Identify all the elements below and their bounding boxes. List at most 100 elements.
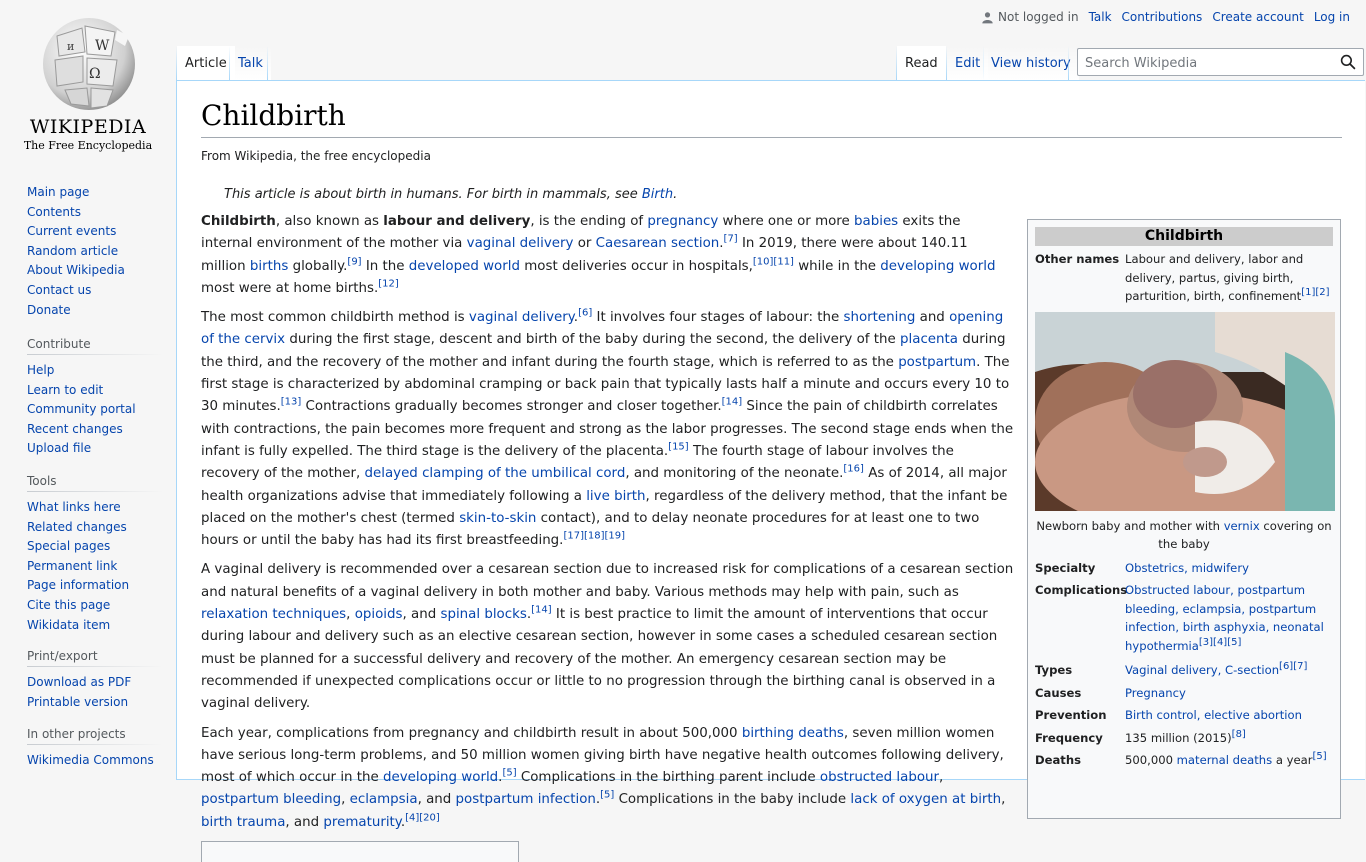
link-postpartum-bleeding[interactable]: postpartum bleeding (201, 792, 341, 807)
puzzle-globe-icon: Ω W и (43, 18, 135, 110)
link-postpartum[interactable]: postpartum (898, 355, 976, 370)
sidebar-item-contact-us[interactable]: Contact us (27, 283, 91, 297)
sidebar-item-wikimedia-commons[interactable]: Wikimedia Commons (27, 753, 154, 767)
link-developing-world[interactable]: developing world (383, 770, 498, 785)
hatnote-end: . (673, 187, 678, 202)
tab-edit[interactable]: Edit (947, 46, 989, 80)
tab-talk[interactable]: Talk (230, 46, 271, 80)
sidebar-item-community-portal[interactable]: Community portal (27, 402, 136, 416)
wikipedia-logo[interactable]: Ω W и Wikipedia The Free Encyclopedia (0, 0, 176, 160)
hatnote-birth-link[interactable]: Birth (642, 187, 673, 202)
link-vaginal-delivery[interactable]: vaginal delivery (469, 310, 574, 325)
sidebar-item-main-page[interactable]: Main page (27, 185, 89, 199)
sidebar-item-special-pages[interactable]: Special pages (27, 539, 110, 553)
infobox-value: Obstructed labour, postpartum bleeding, … (1125, 581, 1333, 655)
infobox-value: 500,000 maternal deaths a year[5] (1125, 751, 1333, 770)
sidebar-item-contents[interactable]: Contents (27, 205, 81, 219)
sidebar-heading-other-projects: In other projects (27, 727, 163, 745)
article-body: Childbirth, also known as labour and del… (201, 211, 1015, 862)
tab-read-label: Read (905, 56, 938, 71)
link-live-birth[interactable]: live birth (586, 489, 645, 504)
logo-tagline: The Free Encyclopedia (23, 139, 153, 152)
sidebar-item-what-links-here[interactable]: What links here (27, 500, 121, 514)
tab-talk-label: Talk (238, 56, 263, 71)
sidebar-item-related-changes[interactable]: Related changes (27, 520, 127, 534)
sidebar-item-upload-file[interactable]: Upload file (27, 441, 91, 455)
link-babies[interactable]: babies (854, 214, 898, 229)
ref-link[interactable]: [3][4][5] (1199, 637, 1242, 648)
user-icon (982, 11, 993, 23)
link-postpartum-infection[interactable]: postpartum infection (456, 792, 596, 807)
infobox-value-frequency: 135 million (2015) (1125, 730, 1232, 745)
infobox-value-types[interactable]: Vaginal delivery, C-section (1125, 663, 1279, 677)
link-maternal-deaths[interactable]: maternal deaths (1177, 753, 1273, 767)
link-lack-of-oxygen[interactable]: lack of oxygen at birth (850, 792, 1001, 807)
link-eclampsia[interactable]: eclampsia (350, 792, 418, 807)
infobox-label: Frequency (1035, 730, 1103, 745)
svg-text:и: и (67, 40, 74, 53)
sidebar-item-printable-version[interactable]: Printable version (27, 695, 128, 709)
sidebar-item-help[interactable]: Help (27, 363, 54, 377)
search-icon[interactable] (1340, 54, 1356, 70)
user-contributions-link[interactable]: Contributions (1122, 10, 1203, 24)
sidebar-item-page-information[interactable]: Page information (27, 578, 129, 592)
ref-link[interactable]: [6][7] (1279, 661, 1307, 672)
link-skin-to-skin[interactable]: skin-to-skin (459, 511, 536, 526)
tab-separator (1068, 46, 1069, 80)
infobox-row-prevention: Prevention Birth control, elective abort… (1035, 706, 1333, 725)
link-births[interactable]: births (250, 259, 288, 274)
sidebar-item-about-wikipedia[interactable]: About Wikipedia (27, 263, 125, 277)
tab-read[interactable]: Read (897, 46, 946, 80)
sidebar-item-random-article[interactable]: Random article (27, 244, 118, 258)
infobox-label: Specialty (1035, 560, 1096, 575)
tab-view-history[interactable]: View history (983, 46, 1079, 80)
link-shortening[interactable]: shortening (844, 310, 916, 325)
link-spinal-blocks[interactable]: spinal blocks (440, 607, 526, 622)
sidebar-item-current-events[interactable]: Current events (27, 224, 116, 238)
ref-link[interactable]: [5] (1313, 751, 1327, 762)
newborn-photo[interactable] (1035, 311, 1335, 511)
infobox-value-prevention[interactable]: Birth control, elective abortion (1125, 706, 1333, 725)
link-relaxation-techniques[interactable]: relaxation techniques (201, 607, 346, 622)
infobox-label: Complications (1035, 583, 1128, 597)
paragraph-2: The most common childbirth method is vag… (201, 307, 1014, 549)
link-birthing-deaths[interactable]: birthing deaths (742, 726, 844, 741)
infobox-label: Deaths (1035, 753, 1082, 767)
infobox-value-causes[interactable]: Pregnancy (1125, 684, 1333, 703)
paragraph-3: A vaginal delivery is recommended over a… (201, 562, 1014, 712)
sidebar-item-cite-this-page[interactable]: Cite this page (27, 598, 110, 612)
log-in-link[interactable]: Log in (1314, 10, 1350, 24)
tab-article[interactable]: Article (177, 46, 235, 80)
user-talk-link[interactable]: Talk (1089, 10, 1112, 24)
caption-text: Newborn baby and mother with (1036, 518, 1224, 533)
search-input[interactable] (1083, 52, 1327, 74)
sidebar-item-donate[interactable]: Donate (27, 303, 71, 317)
link-developing-world[interactable]: developing world (880, 259, 995, 274)
title-divider (201, 137, 1342, 138)
sidebar-item-recent-changes[interactable]: Recent changes (27, 422, 123, 436)
ref-link[interactable]: [1][2] (1301, 287, 1329, 298)
infobox-value-specialty[interactable]: Obstetrics, midwifery (1125, 559, 1333, 578)
svg-text:Ω: Ω (89, 66, 101, 82)
ref-link[interactable]: [8] (1232, 729, 1246, 740)
hatnote: This article is about birth in humans. F… (224, 187, 677, 202)
sidebar-item-wikidata-item[interactable]: Wikidata item (27, 618, 110, 632)
link-opioids[interactable]: opioids (355, 607, 403, 622)
link-placenta[interactable]: placenta (900, 332, 958, 347)
link-vernix[interactable]: vernix (1224, 519, 1260, 533)
sidebar-item-permanent-link[interactable]: Permanent link (27, 559, 117, 573)
sidebar-item-learn-to-edit[interactable]: Learn to edit (27, 383, 103, 397)
other-names-value: Labour and delivery, labor and delivery,… (1125, 252, 1304, 303)
infobox-row-types: Types Vaginal delivery, C-section[6][7] (1035, 661, 1333, 680)
link-pregnancy[interactable]: pregnancy (647, 214, 718, 229)
infobox-row-other-names: Other names Labour and delivery, labor a… (1035, 250, 1333, 306)
link-birth-trauma[interactable]: birth trauma (201, 815, 285, 830)
link-prematurity[interactable]: prematurity (323, 815, 400, 830)
link-vaginal-delivery[interactable]: vaginal delivery (467, 236, 574, 251)
link-developed-world[interactable]: developed world (409, 259, 520, 274)
create-account-link[interactable]: Create account (1212, 10, 1304, 24)
sidebar-item-download-pdf[interactable]: Download as PDF (27, 675, 131, 689)
link-obstructed-labour[interactable]: obstructed labour (820, 770, 939, 785)
link-caesarean-section[interactable]: Caesarean section (596, 236, 720, 251)
link-delayed-clamping[interactable]: delayed clamping of the umbilical cord (364, 466, 625, 481)
